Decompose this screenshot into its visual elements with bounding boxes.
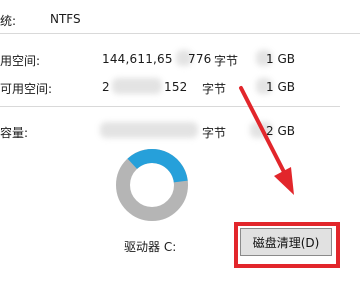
drive-label: 驱动器 C:	[124, 240, 177, 254]
annotation-arrow-shaft	[239, 86, 286, 174]
usage-donut-used	[127, 149, 188, 183]
annotation-arrow-head	[274, 167, 294, 195]
disk-cleanup-button[interactable]: 磁盘清理(D)	[240, 228, 332, 256]
